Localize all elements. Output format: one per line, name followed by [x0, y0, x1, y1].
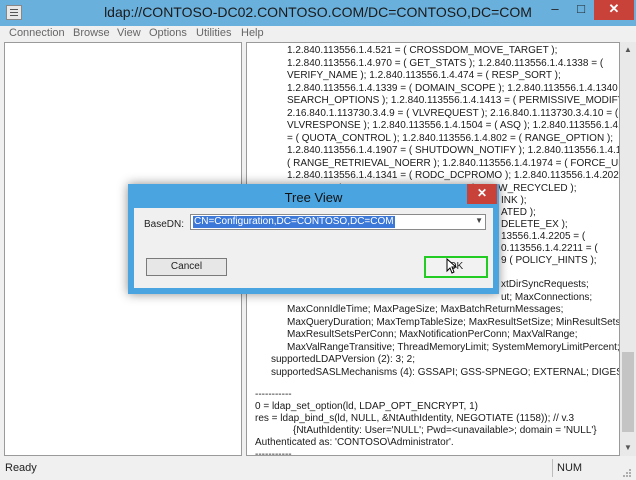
output-line: 1.2.840.113556.1.4.1341 = ( RODC_DCPROMO… [287, 170, 620, 181]
cancel-button[interactable]: Cancel [146, 258, 227, 276]
menu-utilities[interactable]: Utilities [196, 27, 231, 39]
menu-view[interactable]: View [117, 27, 141, 39]
menu-options[interactable]: Options [149, 27, 187, 39]
output-line: xtDirSyncRequests; [501, 279, 589, 290]
output-line: 1.2.840.113556.1.4.970 = ( GET_STATS ); … [287, 58, 604, 69]
num-lock-indicator: NUM [557, 462, 583, 474]
resize-grip-icon[interactable] [622, 468, 632, 478]
output-line: = ( QUOTA_CONTROL ); 1.2.840.113556.1.4.… [287, 133, 614, 144]
tree-view-dialog: Tree View ✕ BaseDN: CN=Configuration,DC=… [128, 184, 499, 294]
output-line: INK ); [501, 195, 527, 206]
menu-browse[interactable]: Browse [73, 27, 110, 39]
mouse-pointer-icon [446, 258, 458, 274]
output-line: VERIFY_NAME ); 1.2.840.113556.1.4.474 = … [287, 70, 561, 81]
scroll-thumb[interactable] [622, 352, 634, 432]
maximize-button[interactable]: □ [568, 0, 594, 20]
output-line: ----------- [255, 449, 292, 456]
output-line: ATED ); [501, 207, 536, 218]
output-line: supportedLDAPVersion (2): 3; 2; [271, 354, 415, 365]
status-divider [552, 459, 553, 477]
output-line: 9 ( POLICY_HINTS ); [501, 255, 597, 266]
basedn-combobox[interactable]: CN=Configuration,DC=CONTOSO,DC=COM ▼ [190, 214, 486, 230]
chevron-down-icon[interactable]: ▼ [475, 216, 483, 225]
output-line: 0.113556.1.4.2211 = ( [501, 243, 598, 254]
basedn-value[interactable]: CN=Configuration,DC=CONTOSO,DC=COM [193, 216, 395, 228]
menu-connection[interactable]: Connection [9, 27, 65, 39]
title-bar[interactable]: ldap://CONTOSO-DC02.CONTOSO.COM/DC=CONTO… [0, 0, 636, 26]
output-line: MaxValRangeTransitive; ThreadMemoryLimit… [287, 342, 620, 353]
output-line: {NtAuthIdentity: User='NULL'; Pwd=<unava… [293, 425, 597, 436]
vertical-scrollbar[interactable]: ▲ ▼ [620, 42, 636, 456]
minimize-button[interactable]: – [542, 0, 568, 20]
basedn-label: BaseDN: [144, 219, 185, 230]
output-line: 1.2.840.113556.1.4.521 = ( CROSSDOM_MOVE… [287, 45, 558, 56]
output-line: 0 = ldap_set_option(ld, LDAP_OPT_ENCRYPT… [255, 401, 478, 412]
output-line: SEARCH_OPTIONS ); 1.2.840.113556.1.4.141… [287, 95, 620, 106]
output-line: res = ldap_bind_s(ld, NULL, &NtAuthIdent… [255, 413, 575, 424]
output-line: MaxResultSetsPerConn; MaxNotificationPer… [287, 329, 578, 340]
output-line: supportedSASLMechanisms (4): GSSAPI; GSS… [271, 367, 620, 378]
output-line: DELETE_EX ); [501, 219, 568, 230]
output-line: MaxQueryDuration; MaxTempTableSize; MaxR… [287, 317, 620, 328]
dialog-body: BaseDN: CN=Configuration,DC=CONTOSO,DC=C… [134, 208, 493, 288]
output-line: MaxConnIdleTime; MaxPageSize; MaxBatchRe… [287, 304, 564, 315]
output-line: 1.2.840.113556.1.4.1907 = ( SHUTDOWN_NOT… [287, 145, 620, 156]
scroll-down-icon[interactable]: ▼ [620, 440, 636, 456]
output-line: ( RANGE_RETRIEVAL_NOERR ); 1.2.840.11355… [287, 158, 619, 169]
output-line: VLVRESPONSE ); 1.2.840.113556.1.4.1504 =… [287, 120, 620, 131]
output-line: Authenticated as: 'CONTOSO\Administrator… [255, 437, 454, 448]
scroll-up-icon[interactable]: ▲ [620, 42, 636, 58]
output-line: 13556.1.4.2205 = ( [501, 231, 586, 242]
close-button[interactable]: ✕ [594, 0, 634, 20]
menu-bar: Connection Browse View Options Utilities… [0, 26, 636, 42]
dialog-close-button[interactable]: ✕ [467, 184, 497, 204]
status-text: Ready [5, 462, 37, 474]
output-line: 1.2.840.113556.1.4.1339 = ( DOMAIN_SCOPE… [287, 83, 620, 94]
output-line: 2.16.840.1.113730.3.4.9 = ( VLVREQUEST )… [287, 108, 619, 119]
menu-help[interactable]: Help [241, 27, 264, 39]
output-line: ----------- [255, 389, 292, 400]
window-title: ldap://CONTOSO-DC02.CONTOSO.COM/DC=CONTO… [104, 4, 532, 20]
status-bar: Ready NUM [0, 457, 636, 480]
dialog-title: Tree View [284, 190, 343, 205]
output-line: ut; MaxConnections; [501, 292, 593, 303]
